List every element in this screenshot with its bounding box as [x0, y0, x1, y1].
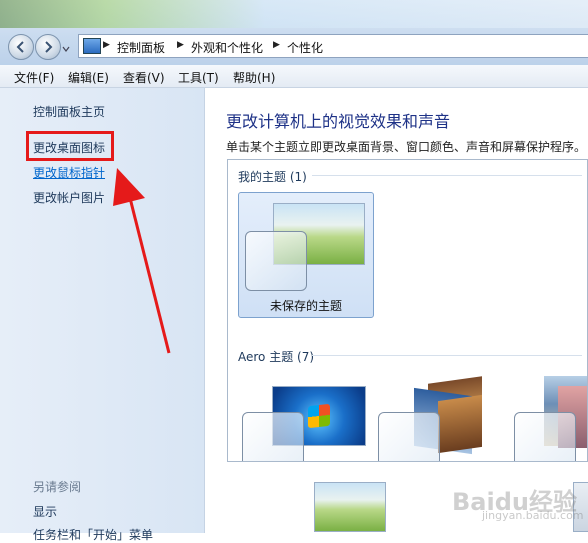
aero-theme-architecture[interactable]	[378, 376, 498, 461]
page-title: 更改计算机上的视觉效果和声音	[226, 112, 451, 131]
menu-tools[interactable]: 工具(T)	[178, 69, 219, 86]
control-panel-icon	[83, 38, 101, 54]
window-color-preview	[514, 412, 576, 461]
see-also-heading: 另请参阅	[33, 480, 82, 494]
divider	[312, 175, 582, 176]
theme-list[interactable]: 我的主题 (1) 未保存的主题 Aero 主题 (7)	[227, 159, 588, 462]
menu-edit[interactable]: 编辑(E)	[68, 69, 109, 86]
menu-bar: 文件(F) 编辑(E) 查看(V) 工具(T) 帮助(H)	[0, 65, 588, 88]
address-bar[interactable]: ▶ 控制面板 ▶ 外观和个性化 ▶ 个性化	[78, 34, 588, 58]
my-themes-label: 我的主题 (1)	[238, 170, 307, 184]
divider	[312, 355, 582, 356]
red-arrow-annotation	[113, 168, 171, 354]
unsaved-theme-label: 未保存的主题	[269, 299, 342, 313]
aero-themes-label: Aero 主题 (7)	[238, 350, 315, 364]
breadcrumb-control-panel[interactable]: 控制面板	[117, 39, 165, 56]
chevron-right-icon: ▶	[273, 40, 280, 50]
unsaved-theme-tile[interactable]: 未保存的主题	[238, 192, 374, 318]
title-glass	[0, 0, 588, 28]
arrow-left-icon	[16, 41, 24, 53]
breadcrumb-personalization[interactable]: 个性化	[287, 39, 323, 56]
menu-help[interactable]: 帮助(H)	[233, 69, 275, 86]
menu-file[interactable]: 文件(F)	[14, 69, 54, 86]
desktop-background-preview[interactable]	[314, 482, 386, 532]
windows-flag-icon	[308, 403, 330, 429]
window-chrome: ▶ 控制面板 ▶ 外观和个性化 ▶ 个性化	[0, 0, 588, 65]
aero-theme-landscapes[interactable]	[514, 376, 587, 461]
window-color-preview	[378, 412, 440, 461]
baidu-watermark-url: jingyan.baidu.com	[482, 509, 584, 522]
chevron-right-icon: ▶	[103, 40, 110, 50]
breadcrumb-appearance[interactable]: 外观和个性化	[191, 39, 263, 56]
window-color-preview	[242, 412, 304, 461]
window-color-preview	[245, 231, 307, 291]
taskbar-start-menu-link[interactable]: 任务栏和「开始」菜单	[33, 526, 153, 543]
display-link[interactable]: 显示	[33, 503, 57, 520]
back-button[interactable]	[8, 34, 34, 60]
change-mouse-pointers-link[interactable]: 更改鼠标指针	[33, 164, 105, 181]
menu-view[interactable]: 查看(V)	[123, 69, 165, 86]
change-account-picture-link[interactable]: 更改帐户图片	[33, 189, 105, 206]
aero-theme-windows7[interactable]	[242, 382, 367, 461]
highlight-box	[26, 131, 114, 161]
arrow-right-icon	[45, 41, 53, 53]
wallpaper-stack-front	[438, 394, 482, 454]
page-description: 单击某个主题立即更改桌面背景、窗口颜色、声音和屏幕保护程序。	[226, 140, 587, 154]
recent-pages-chevron-icon[interactable]	[62, 42, 70, 52]
control-panel-home-link[interactable]: 控制面板主页	[33, 103, 105, 120]
forward-button[interactable]	[35, 34, 61, 60]
chevron-right-icon: ▶	[177, 40, 184, 50]
